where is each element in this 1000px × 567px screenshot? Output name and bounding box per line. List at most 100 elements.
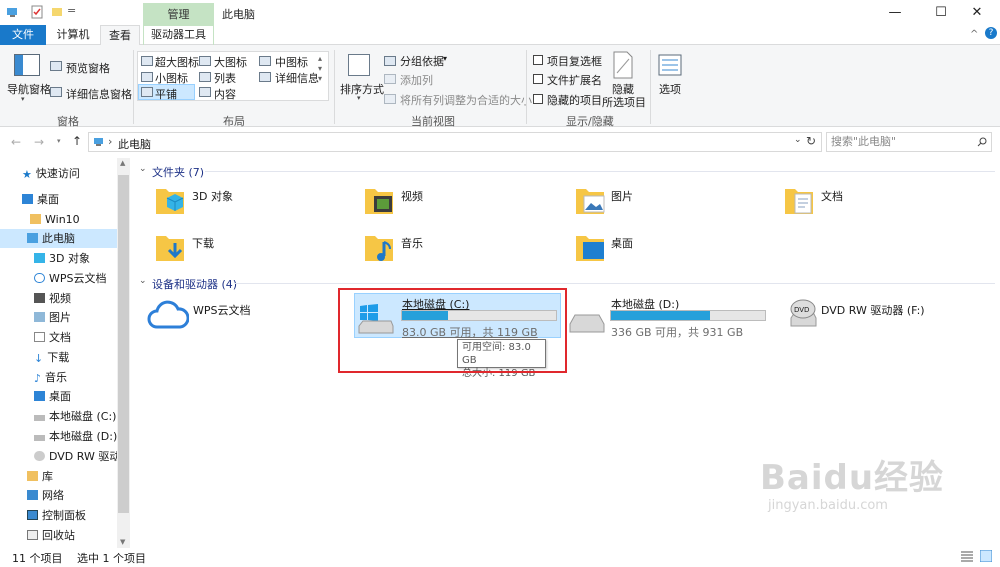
watermark: Baidu经验 jingyan.baidu.com: [760, 458, 944, 513]
nav-item-documents[interactable]: 文档: [34, 328, 71, 347]
item-checkbox-toggle[interactable]: [533, 55, 543, 65]
nav-item-3d-objects[interactable]: 3D 对象: [34, 249, 90, 268]
nav-pane-button[interactable]: 导航窗格: [7, 81, 51, 97]
back-arrow-icon[interactable]: ←: [11, 135, 21, 149]
group-by-button[interactable]: 分组依据: [400, 53, 444, 69]
quick-access-more[interactable]: =: [67, 4, 76, 17]
help-icon[interactable]: ?: [985, 27, 997, 39]
layout-list[interactable]: 列表: [214, 70, 236, 86]
breadcrumb-this-pc[interactable]: 此电脑: [118, 136, 151, 152]
nav-item-pictures[interactable]: 图片: [34, 308, 71, 327]
desktop-icon: [22, 194, 33, 204]
breadcrumb-chevron-icon[interactable]: ›: [108, 135, 112, 148]
nav-item-quick-access[interactable]: ★ 快速访问: [22, 164, 80, 183]
devices-header[interactable]: 设备和驱动器 (4): [152, 276, 237, 292]
nav-item-this-pc[interactable]: 此电脑: [0, 229, 117, 248]
sort-icon[interactable]: [348, 54, 370, 76]
folders-header[interactable]: 文件夹 (7): [152, 164, 204, 180]
hide-selected-icon[interactable]: [612, 51, 634, 79]
gallery-scroll[interactable]: ▴ ▾ ▾: [318, 54, 322, 84]
forward-arrow-icon[interactable]: →: [34, 135, 44, 149]
nav-item-dvd[interactable]: DVD RW 驱动器: [34, 447, 117, 466]
picture-icon: [34, 312, 45, 322]
details-view-icon[interactable]: [961, 551, 973, 562]
folders-chevron-icon[interactable]: ⌄: [139, 164, 147, 174]
folder-label[interactable]: 下载: [192, 235, 214, 251]
download-icon: ↓: [34, 352, 44, 365]
collapse-ribbon-button[interactable]: ^: [970, 29, 978, 40]
details-pane-button[interactable]: 详细信息窗格: [66, 86, 132, 102]
refresh-icon[interactable]: ↻: [806, 134, 816, 148]
nav-item-drive-c[interactable]: 本地磁盘 (C:): [34, 407, 116, 426]
preview-pane-button[interactable]: 预览窗格: [66, 60, 110, 76]
address-box[interactable]: › 此电脑 ⌄: [88, 132, 822, 152]
scroll-down-icon[interactable]: ▼: [120, 538, 125, 546]
scroll-up-icon[interactable]: ▲: [120, 159, 125, 167]
address-dropdown-icon[interactable]: ⌄: [794, 135, 802, 145]
fit-columns-button[interactable]: 将所有列调整为合适的大小: [400, 92, 532, 108]
nav-item-network[interactable]: 网络: [27, 486, 64, 505]
nav-pane-icon[interactable]: [14, 54, 40, 76]
new-folder-icon[interactable]: [50, 5, 64, 19]
nav-item-videos[interactable]: 视频: [34, 289, 71, 308]
recent-locations-icon[interactable]: ▾: [57, 137, 61, 145]
layout-extra-large[interactable]: 超大图标: [155, 54, 199, 70]
minimize-button[interactable]: —: [872, 0, 918, 26]
options-button[interactable]: 选项: [659, 81, 681, 97]
recycle-bin-icon: [27, 530, 38, 540]
options-icon[interactable]: [658, 54, 682, 76]
file-extension-toggle[interactable]: [533, 74, 543, 84]
tab-view[interactable]: 查看: [100, 25, 140, 45]
large-icons-view-icon[interactable]: [980, 550, 992, 562]
layout-large[interactable]: 大图标: [214, 54, 247, 70]
nav-item-control-panel[interactable]: 控制面板: [27, 506, 86, 525]
nav-label: 控制面板: [42, 509, 86, 522]
file-extension-label: 文件扩展名: [547, 74, 602, 87]
folder-label[interactable]: 视频: [401, 188, 423, 204]
wps-cloud-label[interactable]: WPS云文档: [193, 302, 251, 318]
layout-details[interactable]: 详细信息: [275, 70, 319, 86]
folder-label[interactable]: 3D 对象: [192, 188, 233, 204]
folder-label[interactable]: 图片: [611, 188, 633, 204]
nav-label: 图片: [49, 311, 71, 324]
tab-drive-tools[interactable]: 驱动器工具: [143, 25, 214, 45]
layout-medium[interactable]: 中图标: [275, 54, 308, 70]
nav-item-win10[interactable]: Win10: [30, 210, 80, 229]
folder-label[interactable]: 文档: [821, 188, 843, 204]
nav-item-drive-d[interactable]: 本地磁盘 (D:): [34, 427, 117, 446]
drive-d-usage-bar: [610, 310, 766, 321]
nav-item-downloads[interactable]: ↓ 下载: [34, 348, 69, 367]
dvd-drive-label[interactable]: DVD RW 驱动器 (F:): [821, 302, 925, 318]
folder-label[interactable]: 音乐: [401, 235, 423, 251]
status-item-count: 11 个项目: [12, 552, 63, 565]
search-input[interactable]: 搜索"此电脑": [826, 132, 992, 152]
watermark-brand: Baidu经验: [760, 458, 945, 498]
devices-chevron-icon[interactable]: ⌄: [139, 276, 147, 286]
hide-selected-line2[interactable]: 所选项目: [602, 94, 646, 110]
up-arrow-icon[interactable]: ↑: [72, 134, 82, 148]
layout-tiles[interactable]: 平铺: [155, 86, 177, 102]
add-column-button[interactable]: 添加列: [400, 72, 433, 88]
nav-label: WPS云文档: [49, 272, 107, 285]
nav-label: 快速访问: [35, 167, 80, 180]
nav-item-wps-cloud[interactable]: WPS云文档: [34, 269, 107, 288]
drive-d-info: 336 GB 可用，共 931 GB: [611, 326, 744, 339]
manage-tab[interactable]: 管理: [143, 3, 214, 26]
tab-file[interactable]: 文件: [0, 25, 46, 45]
nav-item-desktop-2[interactable]: 桌面: [34, 387, 71, 406]
drive-icon: [569, 314, 605, 333]
add-column-icon: [384, 74, 396, 84]
layout-content[interactable]: 内容: [214, 86, 236, 102]
nav-scrollbar-thumb[interactable]: [118, 175, 129, 513]
nav-item-recycle-bin[interactable]: 回收站: [27, 526, 75, 545]
sort-by-button[interactable]: 排序方式: [340, 81, 384, 97]
nav-item-libraries[interactable]: 库: [27, 467, 53, 486]
close-button[interactable]: ✕: [954, 0, 1000, 26]
tab-computer[interactable]: 计算机: [52, 25, 94, 45]
properties-icon[interactable]: [30, 5, 44, 19]
nav-item-music[interactable]: ♪ 音乐: [34, 368, 67, 387]
folder-label[interactable]: 桌面: [611, 235, 633, 251]
hidden-items-toggle[interactable]: [533, 94, 543, 104]
nav-item-desktop[interactable]: 桌面: [22, 190, 59, 209]
search-icon[interactable]: [977, 137, 987, 147]
